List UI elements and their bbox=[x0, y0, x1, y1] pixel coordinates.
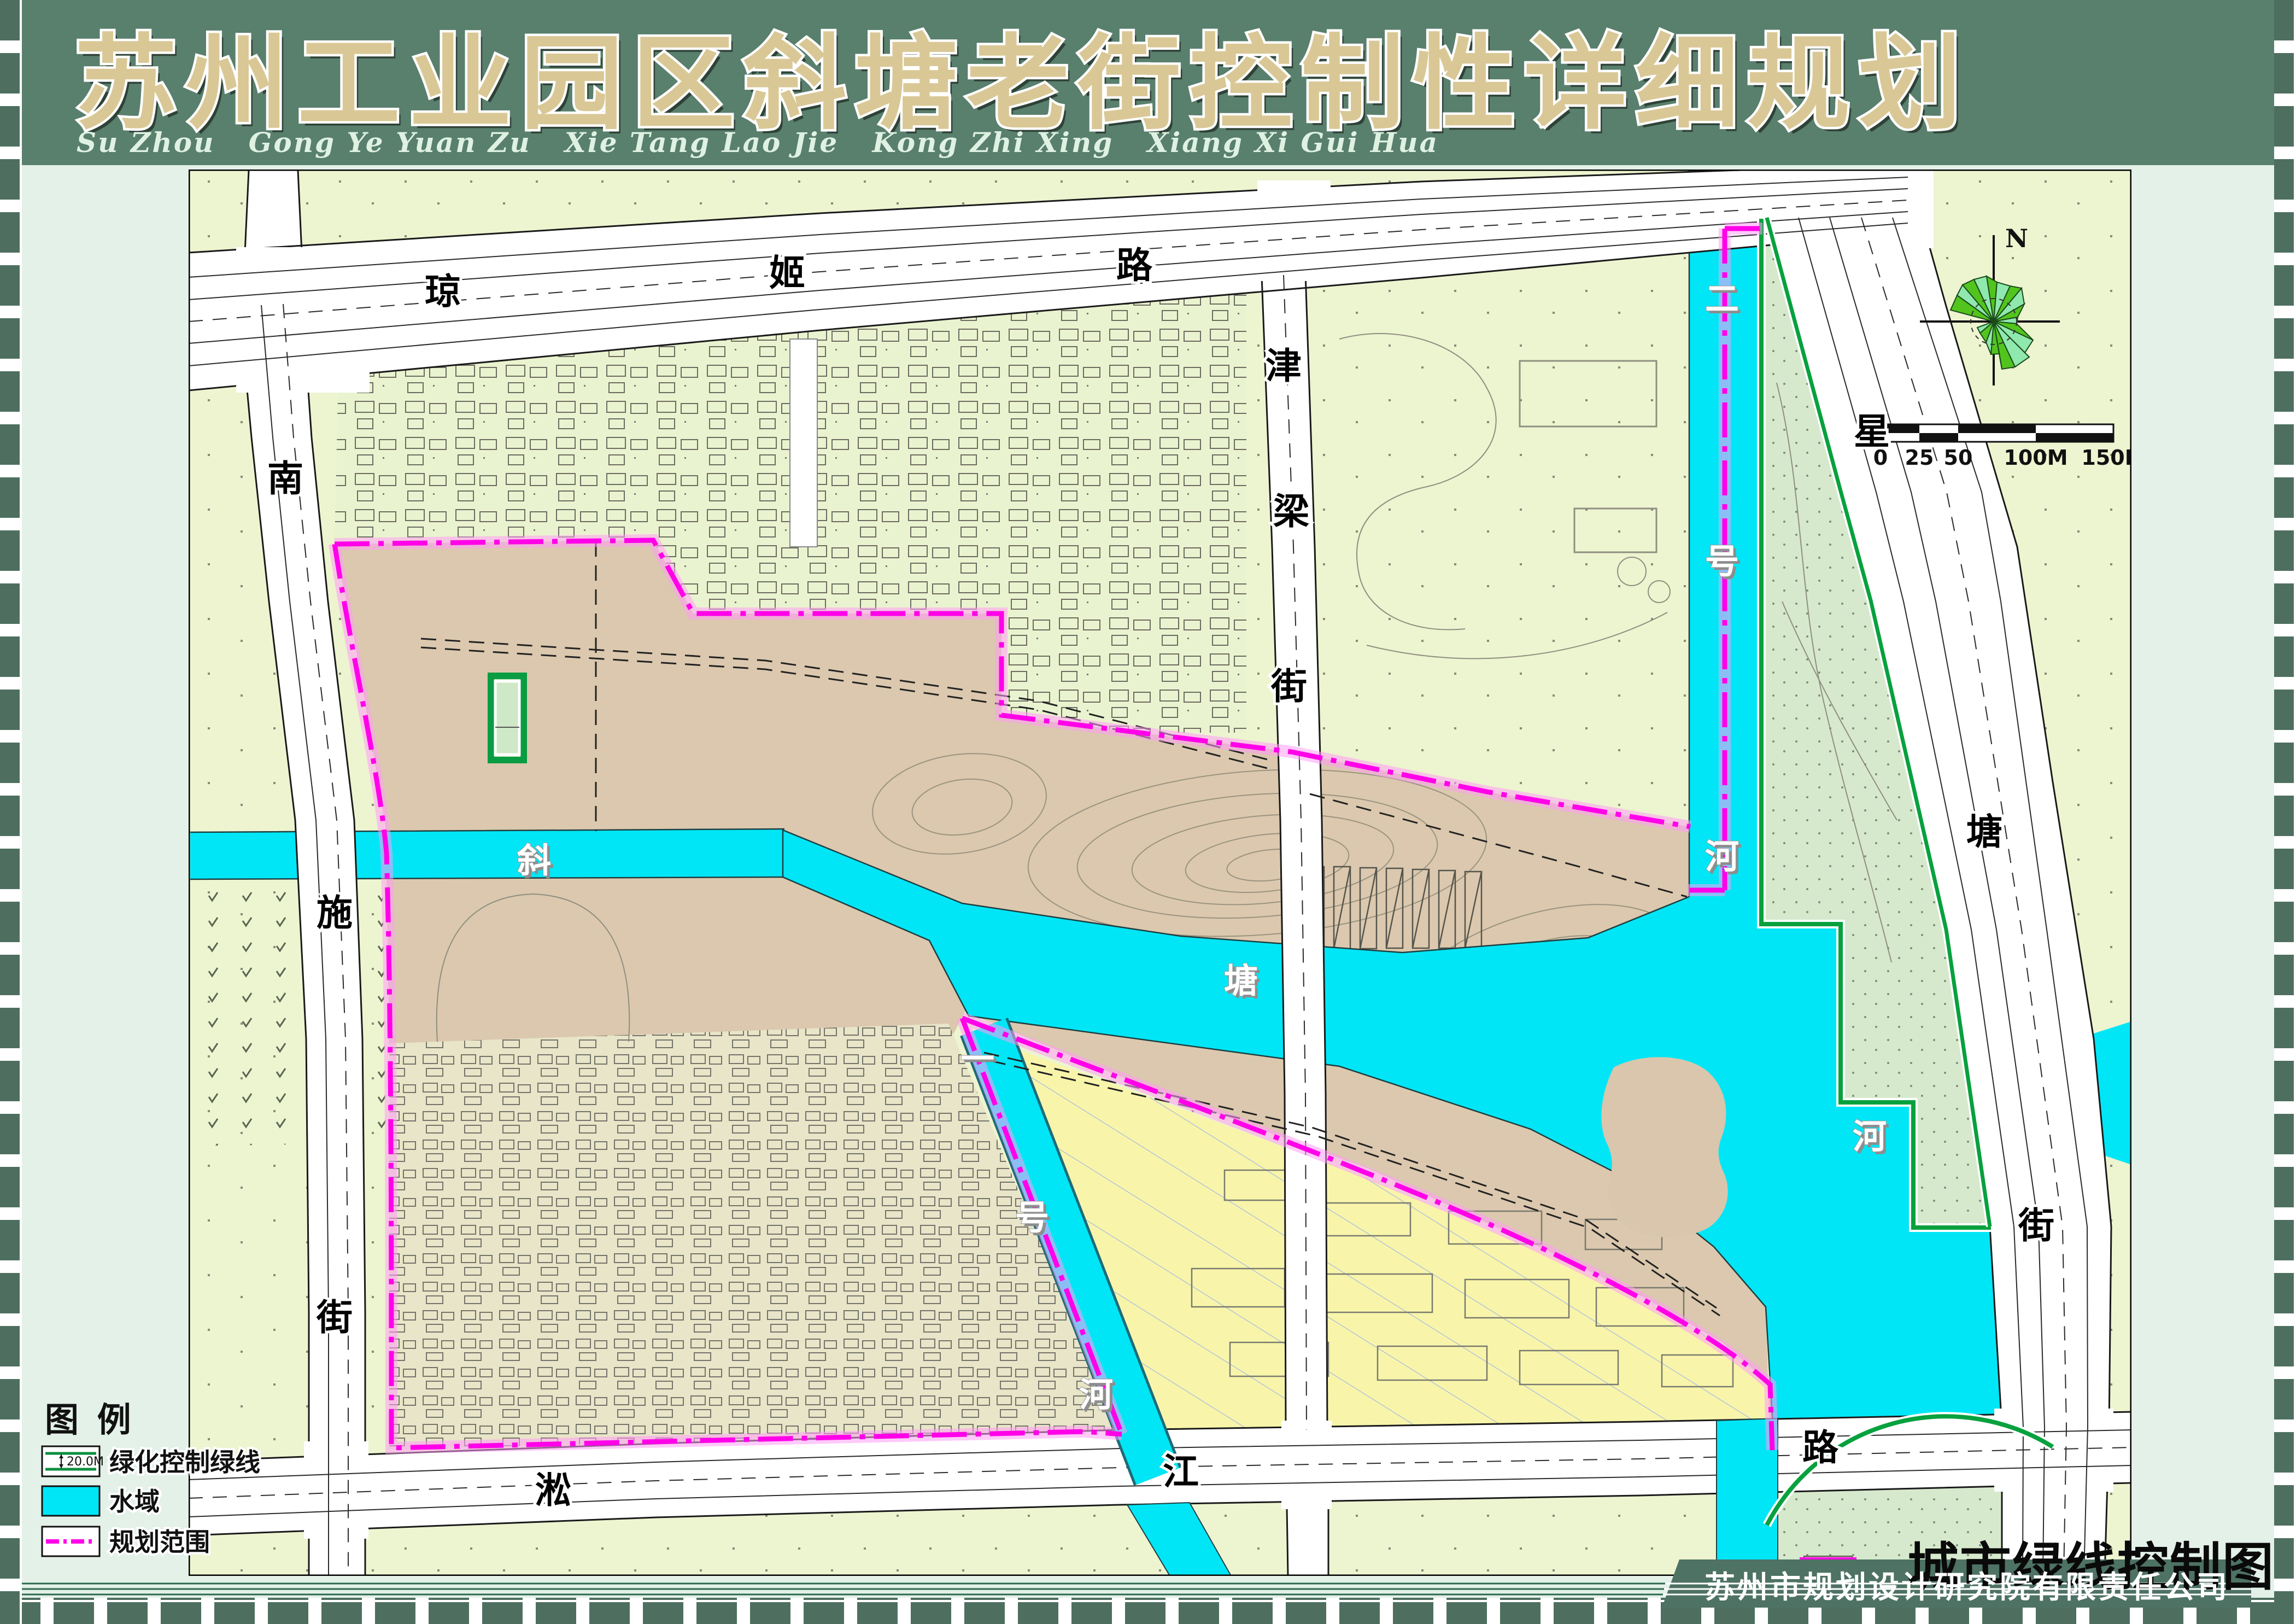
label-xingtang-3: 街 bbox=[2018, 1205, 2054, 1247]
label-yihao-1: 一 bbox=[960, 1039, 994, 1079]
label-qiongji-2: 姬 bbox=[769, 252, 805, 294]
legend-greenline-label: 绿化控制绿线 bbox=[109, 1447, 260, 1477]
label-nanshi-3: 街 bbox=[316, 1296, 353, 1339]
legend-item-greenline: 20.0M 绿化控制绿线 bbox=[42, 1446, 260, 1477]
legend-water-label: 水域 bbox=[109, 1487, 160, 1516]
label-xingtang-2: 塘 bbox=[1966, 811, 2002, 853]
river-island bbox=[1601, 1057, 1727, 1237]
label-yihao-2: 号 bbox=[1015, 1197, 1049, 1237]
label-xietang-1: 斜 bbox=[517, 840, 551, 880]
label-xingtang-1: 星 bbox=[1854, 411, 1890, 453]
map-canvas: N 0 25 50 100M 150M 琼 姬 路 南 施 街 津 梁 街 星 … bbox=[189, 164, 2146, 1576]
label-songjiang-2: 江 bbox=[1163, 1451, 1199, 1493]
label-erhao-3: 河 bbox=[1705, 837, 1739, 877]
label-nanshi-2: 施 bbox=[317, 892, 353, 934]
label-jinliang-2: 梁 bbox=[1273, 490, 1309, 533]
label-erhao-2: 号 bbox=[1705, 541, 1739, 581]
sheet-subtitle-pinyin: Su Zhou Gong Ye Yuan Zu Xie Tang Lao Jie… bbox=[77, 126, 1439, 159]
planning-map-sheet: 苏州工业园区斜塘老街控制性详细规划 苏州工业园区斜塘老街控制性详细规划 Su Z… bbox=[0, 0, 2296, 1624]
sheet-header: 苏州工业园区斜塘老街控制性详细规划 苏州工业园区斜塘老街控制性详细规划 Su Z… bbox=[74, 24, 1974, 159]
film-strip-left bbox=[0, 0, 22, 1624]
label-qiongji-1: 琼 bbox=[425, 271, 461, 313]
label-qiongji-3: 路 bbox=[1116, 244, 1153, 287]
label-nanshi-1: 南 bbox=[267, 458, 303, 500]
label-yihao-3: 河 bbox=[1079, 1375, 1113, 1415]
label-jinliang-1: 津 bbox=[1266, 345, 1302, 387]
film-strip-right bbox=[2274, 0, 2296, 1624]
scale-label-25: 25 bbox=[1905, 446, 1934, 470]
label-xietang-2: 塘 bbox=[1224, 961, 1258, 1001]
label-erhao-1: 二 bbox=[1705, 279, 1739, 319]
label-xietang-3: 河 bbox=[1853, 1117, 1887, 1156]
footer-company: 苏州市规划设计研究院有限责任公司 bbox=[1705, 1569, 2229, 1605]
scale-label-100m: 100M bbox=[2004, 446, 2067, 470]
legend-boundary-label: 规划范围 bbox=[109, 1527, 210, 1557]
label-songjiang-3: 路 bbox=[1802, 1427, 1839, 1469]
label-songjiang-1: 淞 bbox=[535, 1469, 571, 1511]
legend-greenline-note: 20.0M bbox=[67, 1455, 104, 1469]
compass-north-label: N bbox=[2005, 224, 2028, 253]
scale-label-50: 50 bbox=[1944, 446, 1973, 470]
greenline-rectangle-feature bbox=[491, 676, 524, 760]
label-jinliang-3: 街 bbox=[1270, 665, 1307, 708]
water-xietang-west bbox=[190, 829, 786, 879]
legend-item-boundary: 规划范围 bbox=[42, 1527, 210, 1557]
scale-bar: 0 25 50 100M 150M bbox=[1873, 424, 2146, 470]
legend-title: 图 例 bbox=[45, 1400, 134, 1440]
